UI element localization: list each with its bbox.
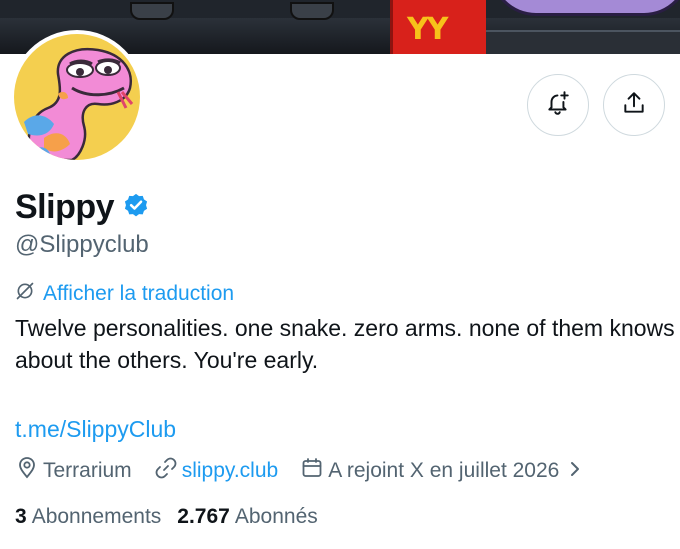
translate-label: Afficher la traduction [43,282,235,305]
joined-label: A rejoint X en juillet 2026 [328,459,560,482]
link-icon [154,456,182,486]
website-link[interactable]: slippy.club [182,459,279,483]
website-item[interactable]: slippy.club [154,456,279,486]
display-name: Slippy [15,188,115,226]
profile-stats: 3 Abonnements 2.767 Abonnés [15,505,334,529]
avatar-image [14,34,140,160]
profile-name-row: Slippy [15,188,150,227]
following-stat[interactable]: 3 Abonnements [15,505,161,529]
profile-meta: Terrarium slippy.club A rejoint X en jui… [15,456,609,486]
followers-label: Abonnés [234,505,318,528]
location-item: Terrarium [15,456,132,486]
notify-button[interactable] [527,74,589,136]
location-pin-icon [15,456,43,486]
following-label: Abonnements [31,505,162,528]
chevron-right-icon [559,459,587,483]
calendar-icon [300,456,328,486]
followers-count: 2.767 [177,505,230,528]
share-button[interactable] [603,74,665,136]
followers-stat[interactable]: 2.767 Abonnés [177,505,317,529]
translate-icon [15,281,43,307]
snake-avatar-art [24,47,134,160]
avatar[interactable] [10,30,144,164]
bell-plus-icon [545,90,571,121]
verified-badge-icon[interactable] [114,191,150,224]
share-icon [621,90,647,121]
banner-box-logo: YY [407,12,448,47]
banner-wheel [290,2,334,20]
banner-wheel [130,2,174,20]
profile-bio: Twelve personalities. one snake. zero ar… [15,315,675,373]
location-label: Terrarium [43,459,132,482]
banner-character [490,0,680,16]
banner-rail [486,30,680,54]
following-count: 3 [15,505,27,528]
profile-handle: @Slippyclub [15,231,149,258]
profile-link[interactable]: t.me/SlippyClub [15,416,176,443]
translate-link[interactable]: Afficher la traduction [15,281,234,307]
banner-fries-box: YY [390,0,486,54]
joined-item[interactable]: A rejoint X en juillet 2026 [300,456,587,486]
